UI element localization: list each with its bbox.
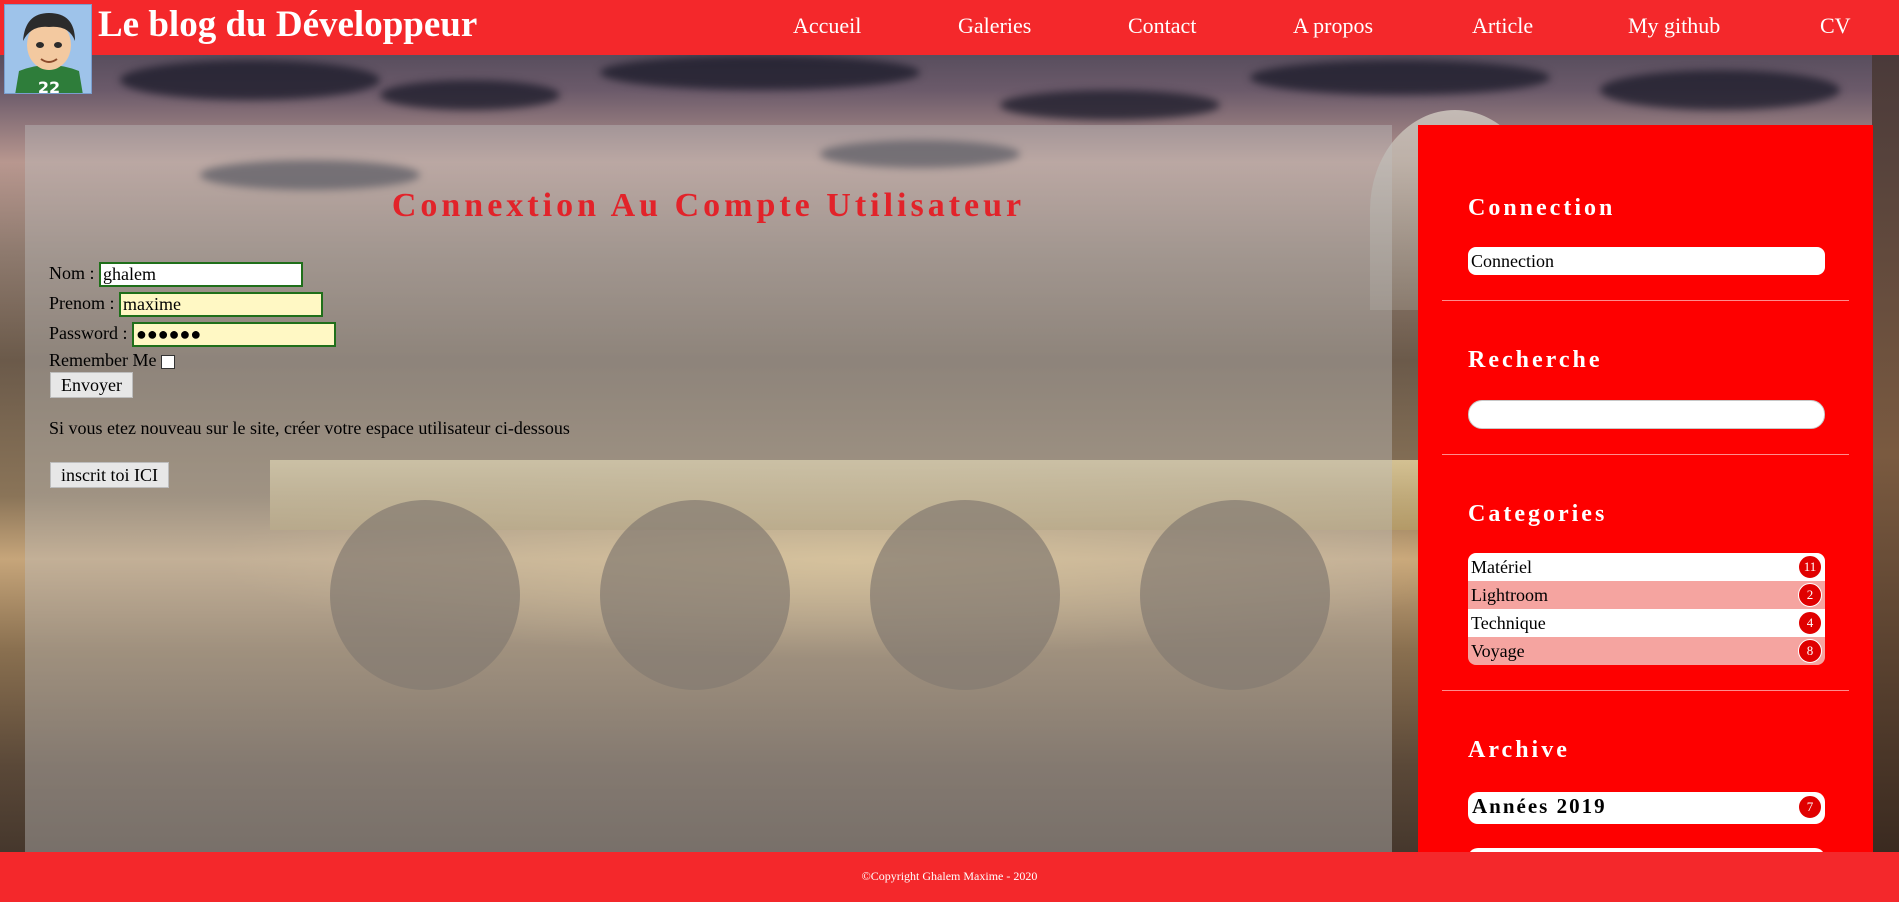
site-title[interactable]: Le blog du Développeur <box>98 2 477 48</box>
categories-title: Categories <box>1468 501 1608 527</box>
nav-cv[interactable]: CV <box>1820 11 1851 41</box>
nav-galeries[interactable]: Galeries <box>958 11 1031 41</box>
search-input[interactable] <box>1468 400 1825 429</box>
top-header: Le blog du Développeur Accueil Galeries … <box>0 0 1899 55</box>
category-label: Voyage <box>1471 641 1525 661</box>
archive-label: Années 2019 <box>1472 794 1607 818</box>
count-badge: 7 <box>1798 795 1822 819</box>
archive-title: Archive <box>1468 737 1570 763</box>
remember-row: Remember Me <box>49 348 175 372</box>
register-button[interactable]: inscrit toi ICI <box>50 462 169 488</box>
nom-input[interactable] <box>99 262 304 288</box>
category-label: Technique <box>1471 613 1546 633</box>
password-label: Password : <box>49 323 128 343</box>
count-badge: 8 <box>1798 639 1822 663</box>
search-title: Recherche <box>1468 347 1603 373</box>
remember-checkbox[interactable] <box>160 354 175 369</box>
nom-row: Nom : <box>49 261 304 288</box>
nav-contact[interactable]: Contact <box>1128 11 1196 41</box>
count-badge: 11 <box>1798 555 1822 579</box>
category-label: Matériel <box>1471 557 1532 577</box>
avatar-logo[interactable]: 22 <box>4 4 92 94</box>
submit-button[interactable]: Envoyer <box>50 372 133 398</box>
category-label: Lightroom <box>1471 585 1548 605</box>
password-input[interactable] <box>132 322 337 348</box>
prenom-label: Prenom : <box>49 293 115 313</box>
svg-text:22: 22 <box>38 78 60 94</box>
prenom-input[interactable] <box>119 292 323 318</box>
footer: ©Copyright Ghalem Maxime - 2020 <box>0 852 1899 902</box>
nav-a-propos[interactable]: A propos <box>1293 11 1373 41</box>
sidebar: Connection Connection Recherche Categori… <box>1418 125 1873 854</box>
copyright-text: ©Copyright Ghalem Maxime - 2020 <box>861 869 1038 883</box>
divider <box>1442 300 1849 301</box>
count-badge: 4 <box>1798 611 1822 635</box>
categories-list: Matériel 11 Lightroom 2 Technique 4 Voya… <box>1468 553 1825 665</box>
category-item[interactable]: Technique 4 <box>1468 609 1825 637</box>
password-row: Password : <box>49 321 337 348</box>
login-panel: Connextion Au Compte Utilisateur Nom : P… <box>25 125 1392 854</box>
category-item[interactable]: Voyage 8 <box>1468 637 1825 665</box>
connection-title: Connection <box>1468 195 1616 221</box>
count-badge: 2 <box>1798 583 1822 607</box>
remember-label: Remember Me <box>49 350 157 370</box>
divider <box>1442 690 1849 691</box>
nav-my-github[interactable]: My github <box>1628 11 1720 41</box>
prenom-row: Prenom : <box>49 291 323 318</box>
divider <box>1442 454 1849 455</box>
category-item[interactable]: Matériel 11 <box>1468 553 1825 581</box>
nav-accueil[interactable]: Accueil <box>793 11 861 41</box>
page-title: Connextion Au Compte Utilisateur <box>391 187 1026 224</box>
connection-link[interactable]: Connection <box>1468 247 1825 275</box>
archive-item[interactable]: Années 2019 7 <box>1468 792 1825 824</box>
nav-article[interactable]: Article <box>1472 11 1533 41</box>
info-text: Si vous etez nouveau sur le site, créer … <box>49 418 570 438</box>
category-item[interactable]: Lightroom 2 <box>1468 581 1825 609</box>
nom-label: Nom : <box>49 263 95 283</box>
